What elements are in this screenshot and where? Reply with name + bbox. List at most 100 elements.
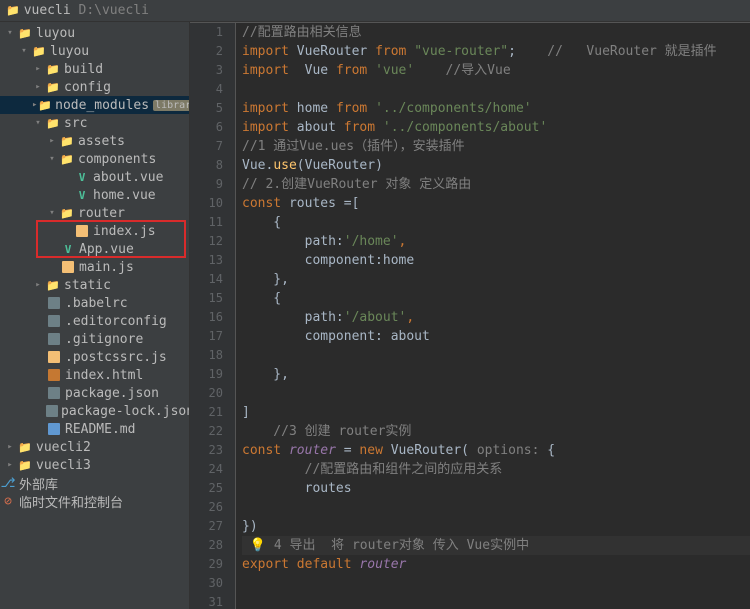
tree-file-index-js[interactable]: index.js — [0, 222, 189, 240]
tree-file-babelrc[interactable]: .babelrc — [0, 294, 189, 312]
bulb-icon[interactable]: 💡 — [250, 538, 266, 553]
vue-icon — [60, 242, 76, 257]
project-tree[interactable]: ▾luyou ▾luyou ▸ build ▸ config ▸node_modul… — [0, 22, 190, 609]
library-tag: library — [153, 100, 190, 111]
tree-label: components — [78, 152, 156, 167]
tree-label: .babelrc — [65, 296, 128, 311]
code-line: import Vue from 'vue' //导入Vue — [242, 61, 750, 80]
tree-file-home-vue[interactable]: home.vue — [0, 186, 189, 204]
tree-scratches[interactable]: 临时文件和控制台 — [0, 492, 189, 510]
tree-folder-vuecli3[interactable]: ▸ vuecli3 — [0, 456, 189, 474]
folder-icon — [59, 134, 75, 149]
code-line: const router = new VueRouter( options: { — [242, 441, 750, 460]
tree-label: build — [64, 62, 103, 77]
code-line — [242, 574, 750, 593]
code-line: //3 创建 router实例 — [242, 422, 750, 441]
code-area[interactable]: //配置路由相关信息 import VueRouter from "vue-ro… — [236, 23, 750, 609]
code-line: Vue.use(VueRouter) — [242, 156, 750, 175]
code-line: import about from '../components/about' — [242, 118, 750, 137]
chevron-down-icon[interactable]: ▾ — [46, 207, 58, 219]
tree-file-main-js[interactable]: main.js — [0, 258, 189, 276]
tree-file-about-vue[interactable]: about.vue — [0, 168, 189, 186]
chevron-down-icon[interactable]: ▾ — [46, 153, 58, 165]
tree-folder-assets[interactable]: ▸ assets — [0, 132, 189, 150]
tree-folder-router[interactable]: ▾ router — [0, 204, 189, 222]
tree-folder-static[interactable]: ▸static — [0, 276, 189, 294]
tree-label: assets — [78, 134, 125, 149]
js-icon — [46, 350, 62, 365]
tree-label: package-lock.json — [61, 404, 190, 419]
tree-folder-luyou[interactable]: ▾luyou — [0, 24, 189, 42]
folder-icon — [17, 26, 33, 41]
html-icon — [46, 368, 62, 383]
chevron-right-icon[interactable]: ▸ — [4, 441, 16, 453]
tree-label: router — [78, 206, 125, 221]
chevron-right-icon[interactable]: ▸ — [32, 63, 44, 75]
tree-folder-components[interactable]: ▾ components — [0, 150, 189, 168]
tree-file-package-json[interactable]: package.json — [0, 384, 189, 402]
code-line: path:'/about', — [242, 308, 750, 327]
json-icon — [46, 386, 62, 401]
code-line: import home from '../components/home' — [242, 99, 750, 118]
code-line: const routes =[ — [242, 194, 750, 213]
code-line: //配置路由和组件之间的应用关系 — [242, 460, 750, 479]
tree-folder-build[interactable]: ▸ build — [0, 60, 189, 78]
code-editor[interactable]: 12345678910 11121314151617181920 2122232… — [190, 22, 750, 609]
folder-icon — [31, 44, 47, 59]
code-line: { — [242, 213, 750, 232]
file-icon — [46, 332, 62, 347]
code-line: }, — [242, 270, 750, 289]
code-line — [242, 498, 750, 517]
tree-file-readme[interactable]: README.md — [0, 420, 189, 438]
folder-icon — [45, 278, 61, 293]
tree-file-package-lock[interactable]: package-lock.json — [0, 402, 189, 420]
tree-label: .gitignore — [65, 332, 143, 347]
tree-file-gitignore[interactable]: .gitignore — [0, 330, 189, 348]
library-icon — [0, 476, 16, 491]
chevron-down-icon[interactable]: ▾ — [4, 27, 16, 39]
code-line: component:home — [242, 251, 750, 270]
code-line: //配置路由相关信息 — [242, 23, 750, 42]
folder-icon — [45, 116, 61, 131]
chevron-right-icon[interactable]: ▸ — [32, 81, 44, 93]
tree-folder-node-modules[interactable]: ▸node_moduleslibrary — [0, 96, 189, 114]
code-line: }) — [242, 517, 750, 536]
tree-label: home.vue — [93, 188, 156, 203]
chevron-right-icon[interactable]: ▸ — [46, 135, 58, 147]
code-line: path:'/home', — [242, 232, 750, 251]
code-line: // 2.创建VueRouter 对象 定义路由 — [242, 175, 750, 194]
tree-folder-vuecli2[interactable]: ▸ vuecli2 — [0, 438, 189, 456]
code-line-current: 💡 4 导出 将 router对象 传入 Vue实例中 — [242, 536, 750, 555]
code-line — [242, 384, 750, 403]
folder-icon — [17, 458, 33, 473]
chevron-down-icon[interactable]: ▾ — [18, 45, 30, 57]
chevron-down-icon[interactable]: ▾ — [32, 117, 44, 129]
tree-file-index-html[interactable]: index.html — [0, 366, 189, 384]
folder-icon — [59, 206, 75, 221]
tree-label: index.js — [93, 224, 156, 239]
tree-file-postcssrc[interactable]: .postcssrc.js — [0, 348, 189, 366]
code-line: component: about — [242, 327, 750, 346]
tree-label: .postcssrc.js — [65, 350, 167, 365]
tree-label: vuecli3 — [36, 458, 91, 473]
tree-file-editorconfig[interactable]: .editorconfig — [0, 312, 189, 330]
tree-file-app-vue[interactable]: App.vue — [0, 240, 189, 258]
tree-label: vuecli2 — [36, 440, 91, 455]
js-icon — [74, 224, 90, 239]
project-name: vuecli — [24, 3, 71, 18]
tree-label: config — [64, 80, 111, 95]
vue-icon — [74, 188, 90, 203]
tree-label: .editorconfig — [65, 314, 167, 329]
code-line: { — [242, 289, 750, 308]
tree-folder-config[interactable]: ▸ config — [0, 78, 189, 96]
chevron-right-icon[interactable]: ▸ — [32, 99, 37, 111]
tree-folder-src[interactable]: ▾src — [0, 114, 189, 132]
chevron-right-icon[interactable]: ▸ — [4, 459, 16, 471]
chevron-right-icon[interactable]: ▸ — [32, 279, 44, 291]
tree-external-libraries[interactable]: 外部库 — [0, 474, 189, 492]
tree-folder-luyou-inner[interactable]: ▾luyou — [0, 42, 189, 60]
file-icon — [46, 314, 62, 329]
js-icon — [60, 260, 76, 275]
code-line: //1 通过Vue.ues（插件），安装插件 — [242, 137, 750, 156]
vue-icon — [74, 170, 90, 185]
